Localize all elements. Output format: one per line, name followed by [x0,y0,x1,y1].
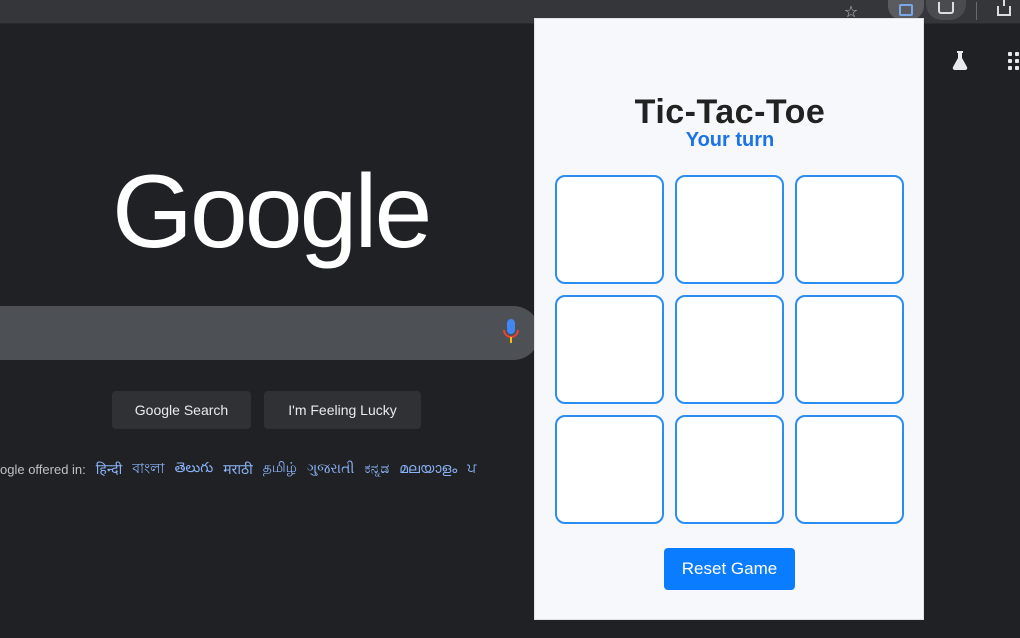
board-cell[interactable] [555,295,664,404]
board-cell[interactable] [555,175,664,284]
screen: ☆ Google Google Search I'm Feeling Lucky… [0,0,1020,638]
google-logo: Google [112,154,432,270]
board-cell[interactable] [555,415,664,524]
board-cell[interactable] [675,175,784,284]
language-link[interactable]: தமிழ் [263,460,297,478]
language-link[interactable]: ગુજરાતી [307,461,354,477]
game-title: Tic-Tac-Toe [634,93,826,131]
game-board [555,175,905,525]
google-search-button[interactable]: Google Search [112,391,251,429]
board-cell[interactable] [795,175,904,284]
share-button[interactable] [926,0,966,20]
languages-offered: ogle offered in: हिन्दी বাংলা తెలుగు मरा… [0,458,540,480]
language-link[interactable]: ਪ [467,461,476,477]
labs-icon[interactable] [948,48,972,72]
toolbar-divider [976,2,977,20]
extension-popup: Tic-Tac-Toe Your turn Reset Game [534,18,924,620]
puzzle-icon [899,4,913,16]
language-link[interactable]: বাংলা [132,458,164,480]
feeling-lucky-button[interactable]: I'm Feeling Lucky [264,391,421,429]
board-cell[interactable] [675,415,784,524]
board-cell[interactable] [675,295,784,404]
board-cell[interactable] [795,415,904,524]
language-link[interactable]: हिन्दी [96,460,122,479]
apps-icon[interactable] [1008,52,1020,70]
offered-in-label: ogle offered in: [0,461,86,477]
download-icon[interactable] [994,0,1014,22]
turn-status: Your turn [685,129,775,151]
search-input[interactable] [0,306,540,360]
extension-icon[interactable] [888,0,924,20]
language-link[interactable]: తెలుగు [175,460,214,479]
reset-game-button[interactable]: Reset Game [664,548,795,590]
mic-icon[interactable] [503,318,519,344]
language-link[interactable]: ಕನ್ನಡ [364,461,389,477]
share-icon [938,2,954,14]
board-cell[interactable] [795,295,904,404]
language-link[interactable]: മലയാളം [399,461,457,477]
language-link[interactable]: मराठी [223,460,252,479]
